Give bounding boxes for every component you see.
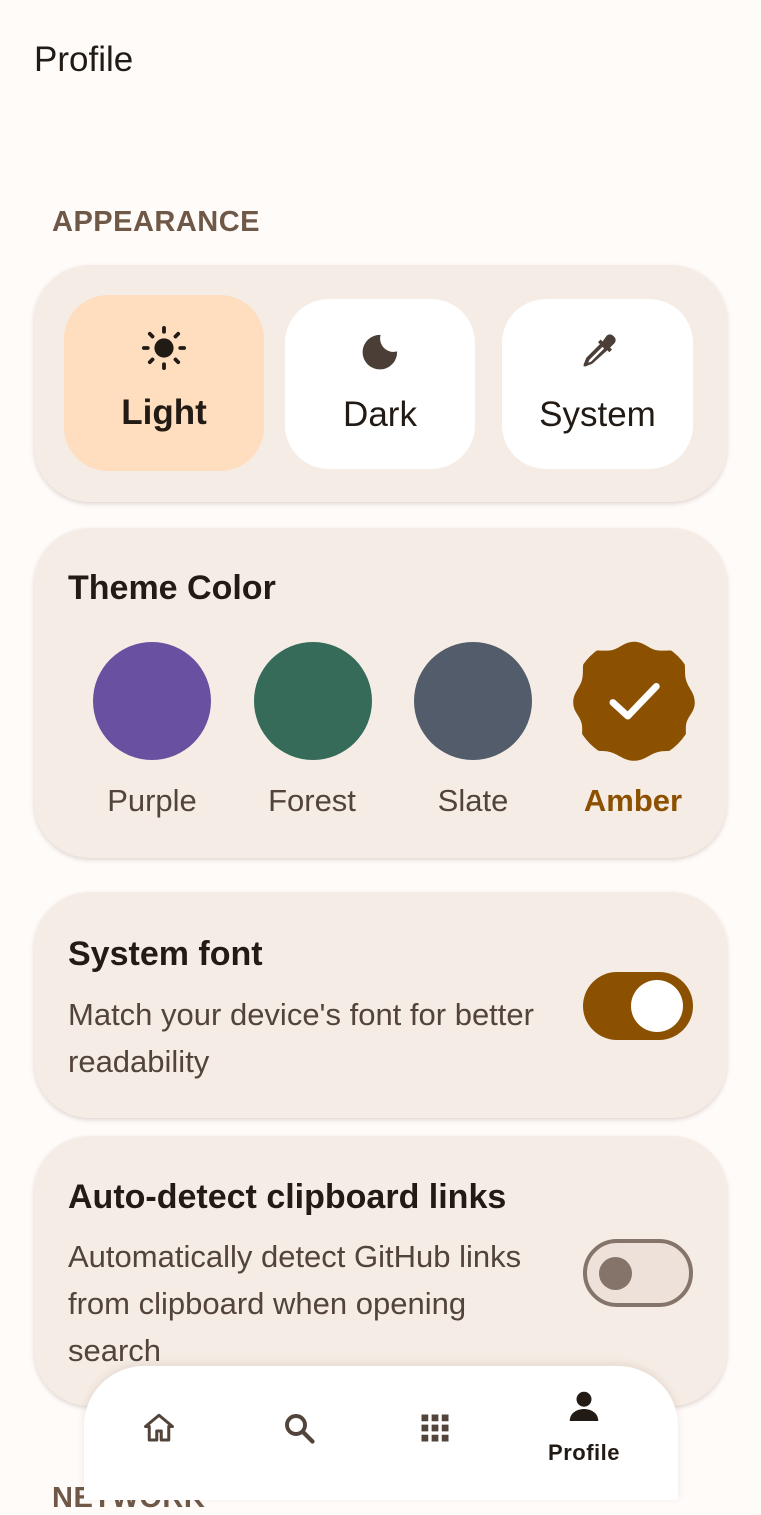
clipboard-links-heading: Auto-detect clipboard links [68, 1178, 507, 1216]
color-label-forest: Forest [268, 783, 356, 818]
nav-item-profile[interactable]: Profile [524, 1366, 644, 1500]
mode-light-label: Light [121, 393, 207, 432]
person-icon [569, 1391, 599, 1421]
theme-color-card: Theme Color Purple Forest Slate Amber [34, 528, 727, 858]
nav-item-apps[interactable] [375, 1366, 495, 1500]
toggle-knob [599, 1257, 632, 1290]
mode-system-label: System [539, 395, 656, 434]
mode-dark-label: Dark [343, 395, 417, 434]
home-icon [144, 1413, 174, 1442]
color-label-purple: Purple [107, 783, 197, 818]
sun-icon [141, 325, 187, 371]
color-label-amber: Amber [583, 783, 683, 818]
color-label-slate: Slate [437, 783, 509, 818]
nav-item-search[interactable] [239, 1366, 359, 1500]
moon-icon [362, 334, 398, 370]
mode-dark-button[interactable]: Dark [285, 299, 475, 469]
system-font-toggle[interactable] [583, 972, 693, 1040]
color-swatch-slate[interactable] [414, 642, 532, 760]
color-swatch-amber[interactable] [572, 638, 696, 762]
clipboard-links-toggle[interactable] [583, 1239, 693, 1307]
page-title: Profile [34, 40, 134, 79]
color-swatch-purple[interactable] [93, 642, 211, 760]
nav-label-profile: Profile [548, 1440, 620, 1465]
apps-grid-icon [421, 1414, 449, 1442]
color-swatch-forest[interactable] [254, 642, 372, 760]
system-font-card: System font Match your device's font for… [34, 892, 727, 1118]
section-label-appearance: APPEARANCE [52, 206, 261, 238]
theme-mode-card: Light Dark System [34, 265, 727, 502]
mode-system-button[interactable]: System [502, 299, 693, 469]
system-font-description: Match your device's font for better read… [68, 997, 534, 1079]
search-icon [285, 1414, 315, 1444]
mode-light-button[interactable]: Light [64, 295, 264, 471]
clipboard-links-description: Automatically detect GitHub links from c… [68, 1239, 522, 1368]
eyedropper-icon [583, 334, 616, 367]
theme-color-heading: Theme Color [68, 569, 276, 607]
bottom-navigation: Profile [84, 1366, 678, 1500]
system-font-heading: System font [68, 935, 263, 973]
toggle-knob [631, 980, 683, 1032]
nav-item-home[interactable] [99, 1366, 219, 1500]
